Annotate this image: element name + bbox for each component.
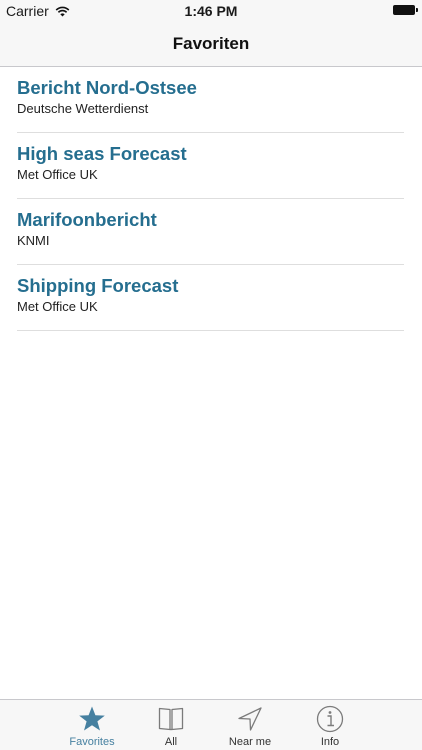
navigation-bar: Favoriten	[0, 22, 422, 67]
tab-label: All	[164, 736, 178, 748]
tab-near-me[interactable]: Near me	[210, 700, 290, 750]
book-icon	[158, 707, 184, 731]
list-item-marifoonbericht[interactable]: Marifoonbericht KNMI	[17, 199, 404, 265]
list-item-title: Marifoonbericht	[17, 209, 157, 230]
list-item-bericht-nord-ostsee[interactable]: Bericht Nord-Ostsee Deutsche Wetterdiens…	[17, 67, 404, 133]
page-title: Favoriten	[172, 34, 250, 53]
tab-all[interactable]: All	[131, 700, 211, 750]
star-icon	[79, 706, 105, 731]
list-item-subtitle: Met Office UK	[17, 299, 98, 314]
list-item-title: Bericht Nord-Ostsee	[17, 77, 197, 98]
battery-icon	[393, 5, 418, 15]
tab-bar: Favorites All Near me Info	[0, 699, 422, 750]
tab-label: Near me	[228, 736, 272, 748]
status-bar: Carrier 1:46 PM	[0, 0, 422, 22]
list-item-subtitle: Met Office UK	[17, 167, 98, 182]
status-time: 1:46 PM	[184, 3, 238, 19]
list-item-subtitle: Deutsche Wetterdienst	[17, 101, 149, 116]
list-item-high-seas-forecast[interactable]: High seas Forecast Met Office UK	[17, 133, 404, 199]
location-arrow-icon	[238, 707, 262, 731]
favorites-list: Bericht Nord-Ostsee Deutsche Wetterdiens…	[0, 67, 422, 331]
info-icon	[316, 705, 344, 733]
tab-info[interactable]: Info	[290, 700, 370, 750]
tab-label: Favorites	[69, 736, 115, 748]
list-item-title: Shipping Forecast	[17, 275, 179, 296]
status-right	[393, 5, 418, 15]
list-item-title: High seas Forecast	[17, 143, 187, 164]
list-item-subtitle: KNMI	[17, 233, 50, 248]
list-item-shipping-forecast[interactable]: Shipping Forecast Met Office UK	[17, 265, 404, 331]
tab-favorites[interactable]: Favorites	[52, 700, 132, 750]
tab-label: Info	[320, 736, 340, 748]
